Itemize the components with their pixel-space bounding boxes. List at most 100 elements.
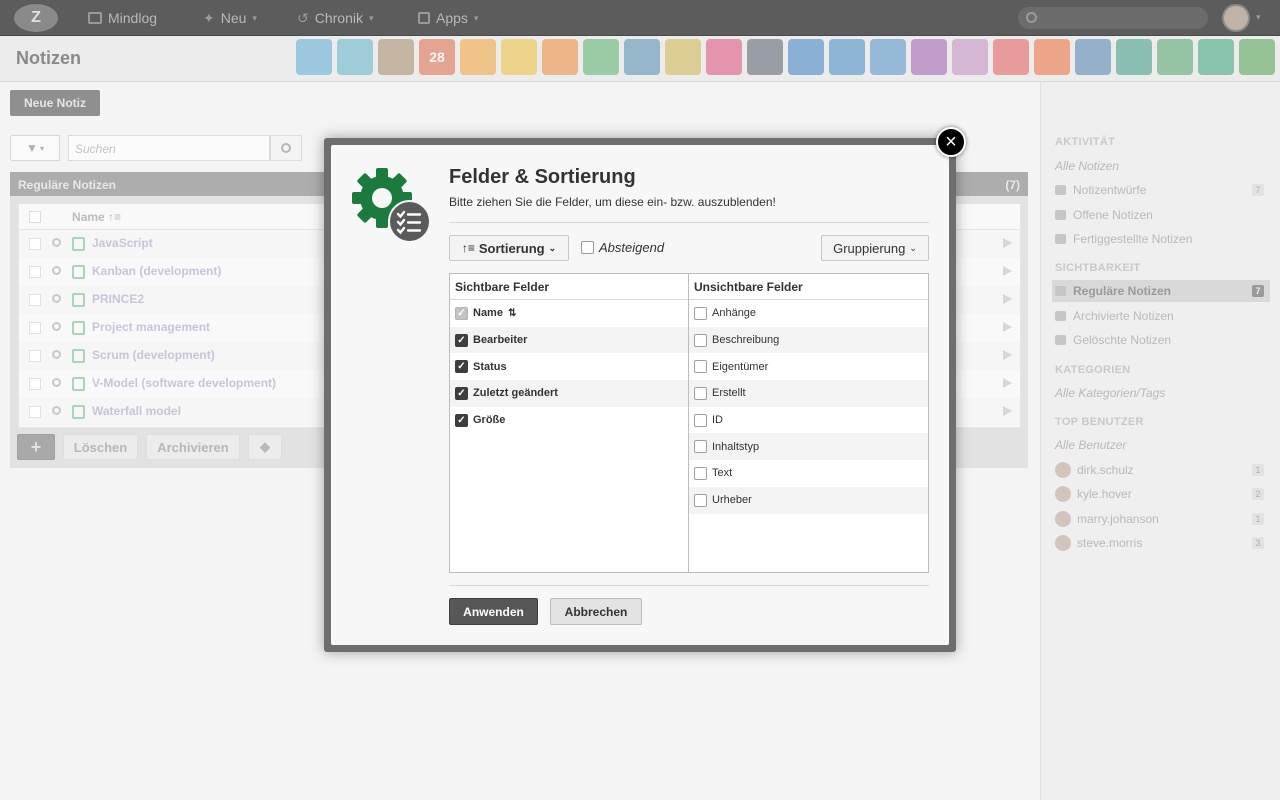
field-checkbox[interactable]: ✓ <box>455 413 468 427</box>
hidden-field-item[interactable]: Erstellt <box>689 380 928 407</box>
nav-mindlog[interactable]: Mindlog <box>88 0 157 36</box>
play-icon[interactable] <box>1003 238 1012 248</box>
row-checkbox[interactable] <box>29 266 41 278</box>
row-title[interactable]: Project management <box>92 320 210 334</box>
hidden-field-item[interactable]: ID <box>689 407 928 434</box>
cash-icon[interactable] <box>1157 39 1193 75</box>
sidebar-item-user[interactable]: kyle.hover 2 <box>1052 483 1270 505</box>
document-icon[interactable] <box>665 39 701 75</box>
play-icon[interactable] <box>1003 294 1012 304</box>
search-button[interactable] <box>270 135 302 161</box>
field-checkbox[interactable] <box>694 306 707 320</box>
app-logo[interactable]: Z <box>14 4 58 32</box>
visible-field-item[interactable]: ✓ Name ⇅ <box>450 300 688 327</box>
search-input[interactable]: Suchen <box>68 135 270 161</box>
preview-icon[interactable] <box>52 350 61 359</box>
field-checkbox[interactable]: ✓ <box>455 386 468 400</box>
nav-apps[interactable]: Apps ▾ <box>418 0 478 36</box>
address-book-icon[interactable] <box>378 39 414 75</box>
global-search-input[interactable] <box>1018 7 1208 29</box>
select-all-checkbox[interactable] <box>29 211 41 223</box>
archive-button[interactable]: Archivieren <box>146 434 240 460</box>
row-checkbox[interactable] <box>29 350 41 362</box>
row-title[interactable]: Scrum (development) <box>92 348 215 362</box>
money-bag-icon[interactable] <box>870 39 906 75</box>
sidebar-item-visibility[interactable]: Archivierte Notizen <box>1052 305 1270 327</box>
contacts-icon[interactable] <box>337 39 373 75</box>
field-checkbox[interactable] <box>694 466 707 480</box>
sidebar-item-activity[interactable]: Fertiggestellte Notizen <box>1052 228 1270 250</box>
row-checkbox[interactable] <box>29 322 41 334</box>
descending-checkbox[interactable] <box>581 241 594 254</box>
add-button[interactable]: + <box>17 434 55 460</box>
user-avatar[interactable] <box>1222 4 1250 32</box>
sidebar-item-visibility[interactable]: Gelöschte Notizen <box>1052 329 1270 351</box>
field-checkbox[interactable]: ✓ <box>455 360 468 374</box>
play-icon[interactable] <box>1003 406 1012 416</box>
notes-icon[interactable] <box>583 39 619 75</box>
row-title[interactable]: Waterfall model <box>92 404 181 418</box>
desk-icon[interactable] <box>706 39 742 75</box>
row-checkbox[interactable] <box>29 378 41 390</box>
preview-icon[interactable] <box>52 294 61 303</box>
visible-field-item[interactable]: ✓ Zuletzt geändert <box>450 380 688 407</box>
hidden-field-item[interactable]: Eigentümer <box>689 353 928 380</box>
row-title[interactable]: V-Model (software development) <box>92 376 276 390</box>
play-icon[interactable] <box>1003 378 1012 388</box>
field-checkbox[interactable] <box>694 440 707 454</box>
close-icon[interactable]: × <box>936 127 966 157</box>
row-title[interactable]: JavaScript <box>92 236 153 250</box>
grouping-dropdown-button[interactable]: Gruppierung ⌄ <box>821 235 929 261</box>
email-icon[interactable] <box>296 39 332 75</box>
field-checkbox[interactable]: ✓ <box>455 333 468 347</box>
bookmark-icon[interactable] <box>624 39 660 75</box>
apply-button[interactable]: Anwenden <box>449 598 538 625</box>
field-checkbox[interactable] <box>694 386 707 400</box>
hidden-field-item[interactable]: Inhaltstyp <box>689 433 928 461</box>
field-checkbox[interactable] <box>694 413 707 427</box>
dollar-icon[interactable] <box>747 39 783 75</box>
invoice-icon[interactable] <box>993 39 1029 75</box>
visible-field-item[interactable]: ✓ Status <box>450 353 688 380</box>
sidebar-item-visibility[interactable]: Reguläre Notizen 7 <box>1052 280 1270 302</box>
sidebar-item-user[interactable]: marry.johanson 1 <box>1052 508 1270 530</box>
visible-field-item[interactable]: ✓ Bearbeiter <box>450 326 688 354</box>
sidebar-item-user[interactable]: steve.morris 3 <box>1052 532 1270 554</box>
nav-history[interactable]: ↺ Chronik ▾ <box>297 0 374 36</box>
sidebar-item-all-categories[interactable]: Alle Kategorien/Tags <box>1052 382 1270 404</box>
play-icon[interactable] <box>1003 350 1012 360</box>
settings-icon[interactable] <box>829 39 865 75</box>
nav-new[interactable]: ✦ Neu ▾ <box>203 0 257 36</box>
row-title[interactable]: Kanban (development) <box>92 264 221 278</box>
sidebar-item-activity[interactable]: Notizentwürfe 7 <box>1052 179 1270 201</box>
tag-button[interactable]: ◆ <box>248 434 282 460</box>
hidden-field-item[interactable]: Text <box>689 460 928 487</box>
play-icon[interactable] <box>1003 322 1012 332</box>
download-icon[interactable] <box>1075 39 1111 75</box>
field-checkbox[interactable] <box>694 333 707 347</box>
visible-field-item[interactable]: ✓ Größe <box>450 407 688 434</box>
calendar-icon[interactable]: 28 <box>419 39 455 75</box>
preview-icon[interactable] <box>52 322 61 331</box>
descending-label[interactable]: Absteigend <box>599 240 664 255</box>
filter-button[interactable]: ▼ ▾ <box>10 135 60 161</box>
field-checkbox[interactable] <box>694 493 707 507</box>
sidebar-item-all-notes[interactable]: Alle Notizen <box>1052 155 1270 177</box>
handshake-icon[interactable] <box>952 39 988 75</box>
cart-icon[interactable] <box>1116 39 1152 75</box>
column-name-header[interactable]: Name ↑≡ <box>72 210 121 224</box>
preview-icon[interactable] <box>52 266 61 275</box>
sidebar-item-activity[interactable]: Offene Notizen <box>1052 204 1270 226</box>
checklist-icon[interactable] <box>542 39 578 75</box>
tasks-icon[interactable] <box>501 39 537 75</box>
delete-button[interactable]: Löschen <box>63 434 138 460</box>
sidebar-item-user[interactable]: dirk.schulz 1 <box>1052 459 1270 481</box>
timer-icon[interactable] <box>460 39 496 75</box>
cancel-button[interactable]: Abbrechen <box>550 598 642 625</box>
broadcast-icon[interactable] <box>1034 39 1070 75</box>
contract-icon[interactable] <box>911 39 947 75</box>
hidden-field-item[interactable]: Beschreibung <box>689 326 928 354</box>
preview-icon[interactable] <box>52 378 61 387</box>
field-checkbox[interactable] <box>694 360 707 374</box>
row-checkbox[interactable] <box>29 406 41 418</box>
